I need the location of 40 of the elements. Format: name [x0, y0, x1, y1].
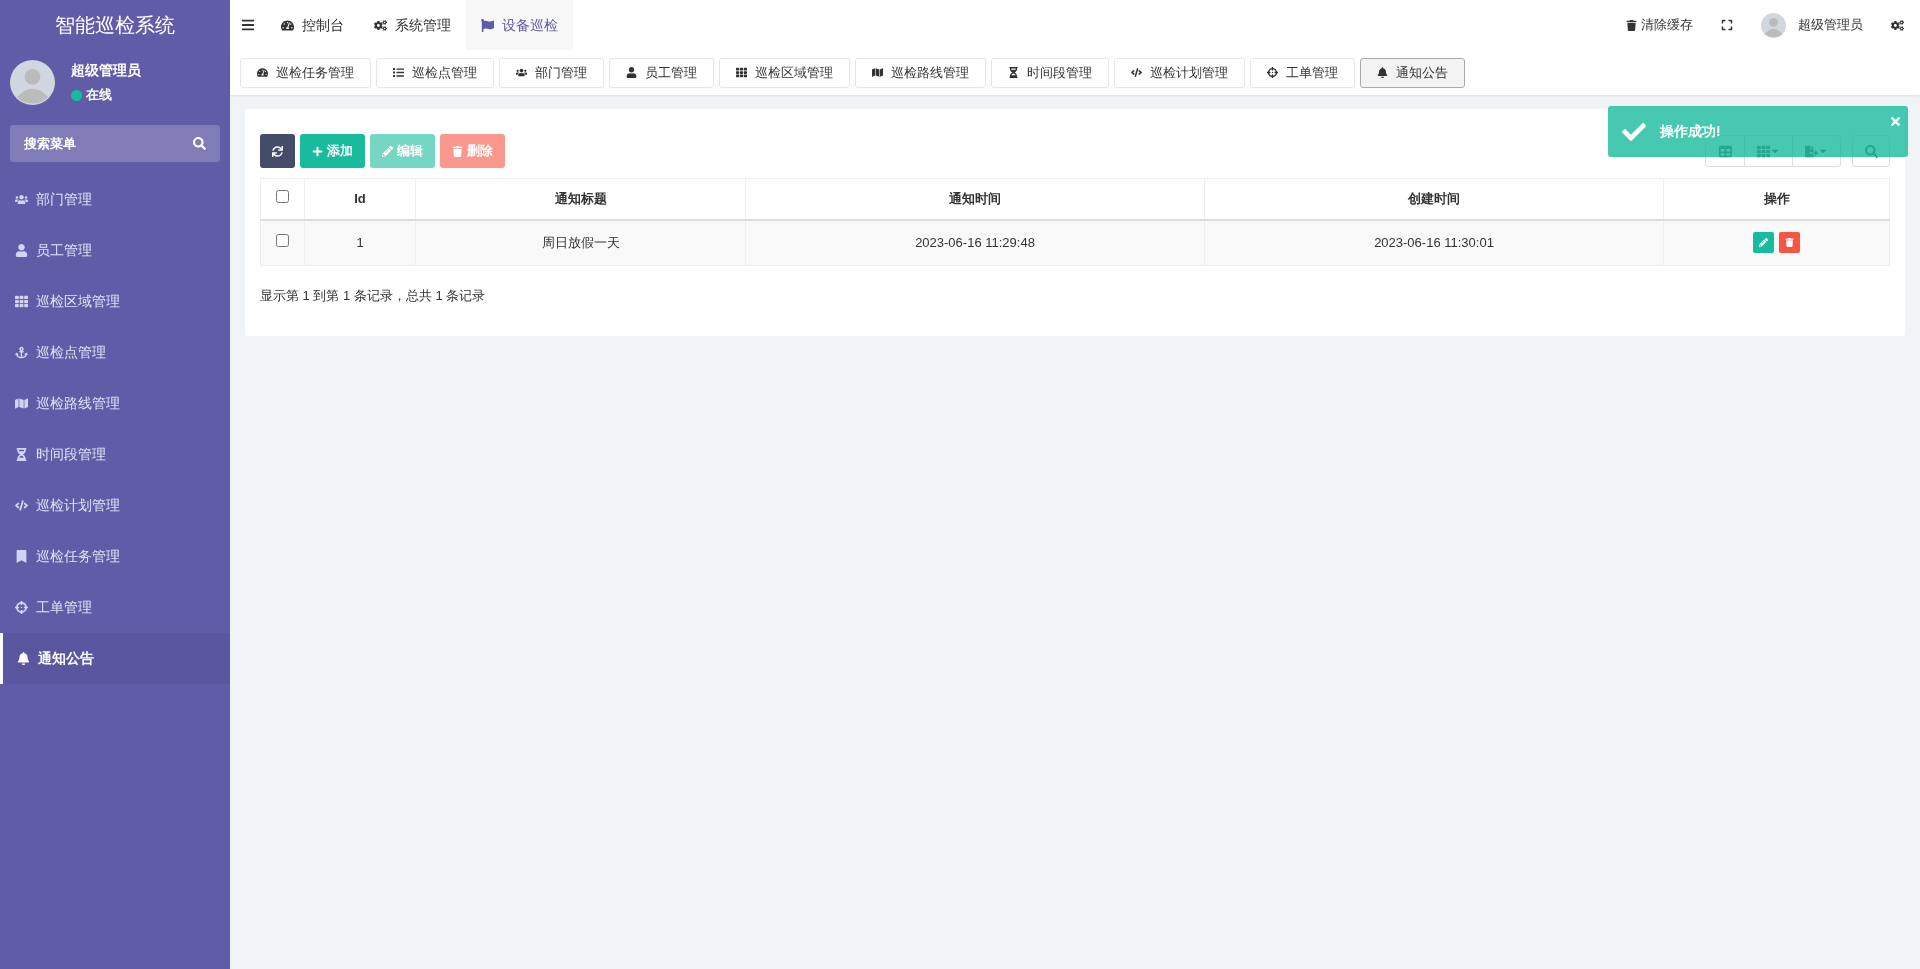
- sidebar-item[interactable]: 时间段管理: [0, 429, 230, 480]
- page-tab[interactable]: 通知公告: [1360, 57, 1465, 88]
- user-status: 在线: [86, 86, 112, 105]
- table-cell: 2023-06-16 11:29:48: [745, 219, 1205, 266]
- sidebar-item[interactable]: 巡检路线管理: [0, 378, 230, 429]
- sidebar-item[interactable]: 部门管理: [0, 174, 230, 225]
- user-menu[interactable]: 超级管理员: [1749, 12, 1875, 38]
- nav-tab[interactable]: 设备巡检: [466, 0, 573, 50]
- toast-message: 操作成功!: [1660, 122, 1721, 141]
- column-header: 操作: [1663, 178, 1890, 220]
- page-tab[interactable]: 巡检计划管理: [1114, 57, 1245, 88]
- sidebar-item[interactable]: 巡检任务管理: [0, 531, 230, 582]
- page-tab[interactable]: 巡检区域管理: [719, 57, 850, 88]
- sidebar-item[interactable]: 巡检计划管理: [0, 480, 230, 531]
- sidebar-item[interactable]: 员工管理: [0, 225, 230, 276]
- page-tab[interactable]: 时间段管理: [991, 57, 1109, 88]
- page-tab[interactable]: 巡检路线管理: [855, 57, 986, 88]
- table-cell: 1: [304, 219, 416, 266]
- column-header: 创建时间: [1204, 178, 1664, 220]
- page-tab[interactable]: 巡检任务管理: [240, 57, 371, 88]
- page-tab[interactable]: 员工管理: [609, 57, 714, 88]
- column-header: Id: [304, 178, 416, 220]
- column-header: 通知标题: [415, 178, 746, 220]
- pagination-info: 显示第 1 到第 1 条记录，总共 1 条记录: [260, 287, 487, 305]
- search-field[interactable]: 搜索菜单: [10, 125, 220, 162]
- page-tab[interactable]: 巡检点管理: [376, 57, 494, 88]
- nav-tab[interactable]: 控制台: [266, 0, 359, 50]
- column-header: 通知时间: [745, 178, 1205, 220]
- sidebar-item[interactable]: 巡检点管理: [0, 327, 230, 378]
- sidebar-item[interactable]: 工单管理: [0, 582, 230, 633]
- clear-cache-button[interactable]: 清除缓存: [1614, 15, 1705, 35]
- table-cell: 周日放假一天: [415, 219, 746, 266]
- app-title: 智能巡检系统: [54, 13, 176, 38]
- user-name: 超级管理员: [71, 61, 141, 81]
- sidebar-item[interactable]: 巡检区域管理: [0, 276, 230, 327]
- nav-tab[interactable]: 系统管理: [359, 0, 466, 50]
- page-tab[interactable]: 工单管理: [1250, 57, 1355, 88]
- sidebar-item[interactable]: 通知公告: [0, 633, 230, 684]
- table-cell: 2023-06-16 11:30:01: [1204, 219, 1664, 266]
- page-tab[interactable]: 部门管理: [499, 57, 604, 88]
